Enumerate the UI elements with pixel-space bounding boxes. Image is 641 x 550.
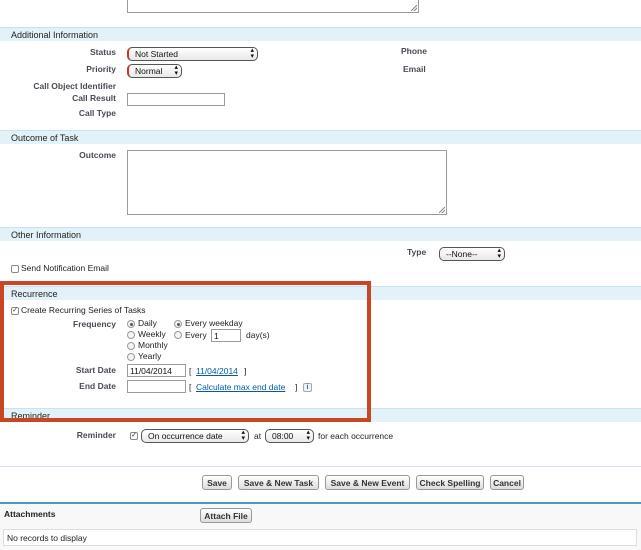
type-value: --None-- bbox=[446, 249, 478, 259]
reminder-checkbox[interactable]: ✓ bbox=[130, 432, 138, 440]
button-row-divider bbox=[0, 466, 641, 467]
select-arrows-icon: ▴ ▾ bbox=[250, 47, 254, 60]
save-and-new-task-button[interactable]: Save & New Task bbox=[238, 475, 319, 490]
attachments-list bbox=[3, 529, 637, 546]
reminder-label: Reminder bbox=[76, 430, 116, 440]
email-label: Email bbox=[403, 64, 426, 74]
call-type-label: Call Type bbox=[78, 108, 116, 118]
attachments-title: Attachments bbox=[4, 509, 56, 519]
select-arrows-icon: ▴ ▾ bbox=[306, 429, 310, 442]
no-records-text: No records to display bbox=[7, 533, 87, 543]
section-other-information: Other Information bbox=[0, 227, 641, 241]
call-object-label: Call Object Identifier bbox=[33, 81, 116, 91]
select-arrows-icon: ▴ ▾ bbox=[241, 429, 245, 442]
reminder-option-value: On occurrence date bbox=[148, 431, 223, 441]
description-textarea[interactable] bbox=[127, 0, 419, 13]
section-outcome-of-task: Outcome of Task bbox=[0, 130, 641, 144]
select-arrows-icon: ▴ ▾ bbox=[174, 64, 178, 77]
check-spelling-button[interactable]: Check Spelling bbox=[416, 475, 484, 490]
reminder-time-select[interactable]: 08:00 ▴ ▾ bbox=[265, 429, 314, 443]
call-result-input[interactable] bbox=[127, 93, 225, 106]
attach-file-button[interactable]: Attach File bbox=[200, 508, 252, 523]
priority-label: Priority bbox=[86, 64, 116, 74]
status-label: Status bbox=[90, 47, 116, 57]
cancel-button[interactable]: Cancel bbox=[490, 475, 524, 490]
section-additional-information: Additional Information bbox=[0, 27, 641, 41]
resize-grip-icon[interactable] bbox=[411, 5, 417, 11]
send-notification-checkbox[interactable] bbox=[11, 265, 19, 273]
priority-value: Normal bbox=[135, 66, 163, 76]
recurrence-highlight-box bbox=[0, 281, 371, 422]
resize-grip-icon[interactable] bbox=[439, 207, 445, 213]
save-button[interactable]: Save bbox=[202, 475, 232, 490]
type-select[interactable]: --None-- ▴ ▾ bbox=[439, 247, 505, 261]
reminder-suffix-label: for each occurrence bbox=[318, 431, 394, 441]
status-value: Not Started bbox=[135, 49, 178, 59]
outcome-label: Outcome bbox=[79, 150, 116, 160]
select-arrows-icon: ▴ ▾ bbox=[497, 247, 501, 260]
reminder-at-label: at bbox=[254, 431, 262, 441]
call-result-label: Call Result bbox=[72, 93, 116, 103]
status-select[interactable]: Not Started ▴ ▾ bbox=[127, 47, 258, 61]
priority-select[interactable]: Normal ▴ ▾ bbox=[127, 64, 182, 78]
reminder-time-value: 08:00 bbox=[272, 431, 294, 441]
phone-label: Phone bbox=[401, 46, 427, 56]
send-notification-label: Send Notification Email bbox=[21, 263, 109, 273]
save-and-new-event-button[interactable]: Save & New Event bbox=[325, 475, 410, 490]
type-label: Type bbox=[407, 247, 427, 257]
reminder-option-select[interactable]: On occurrence date ▴ ▾ bbox=[141, 429, 249, 443]
outcome-textarea[interactable] bbox=[127, 150, 447, 215]
